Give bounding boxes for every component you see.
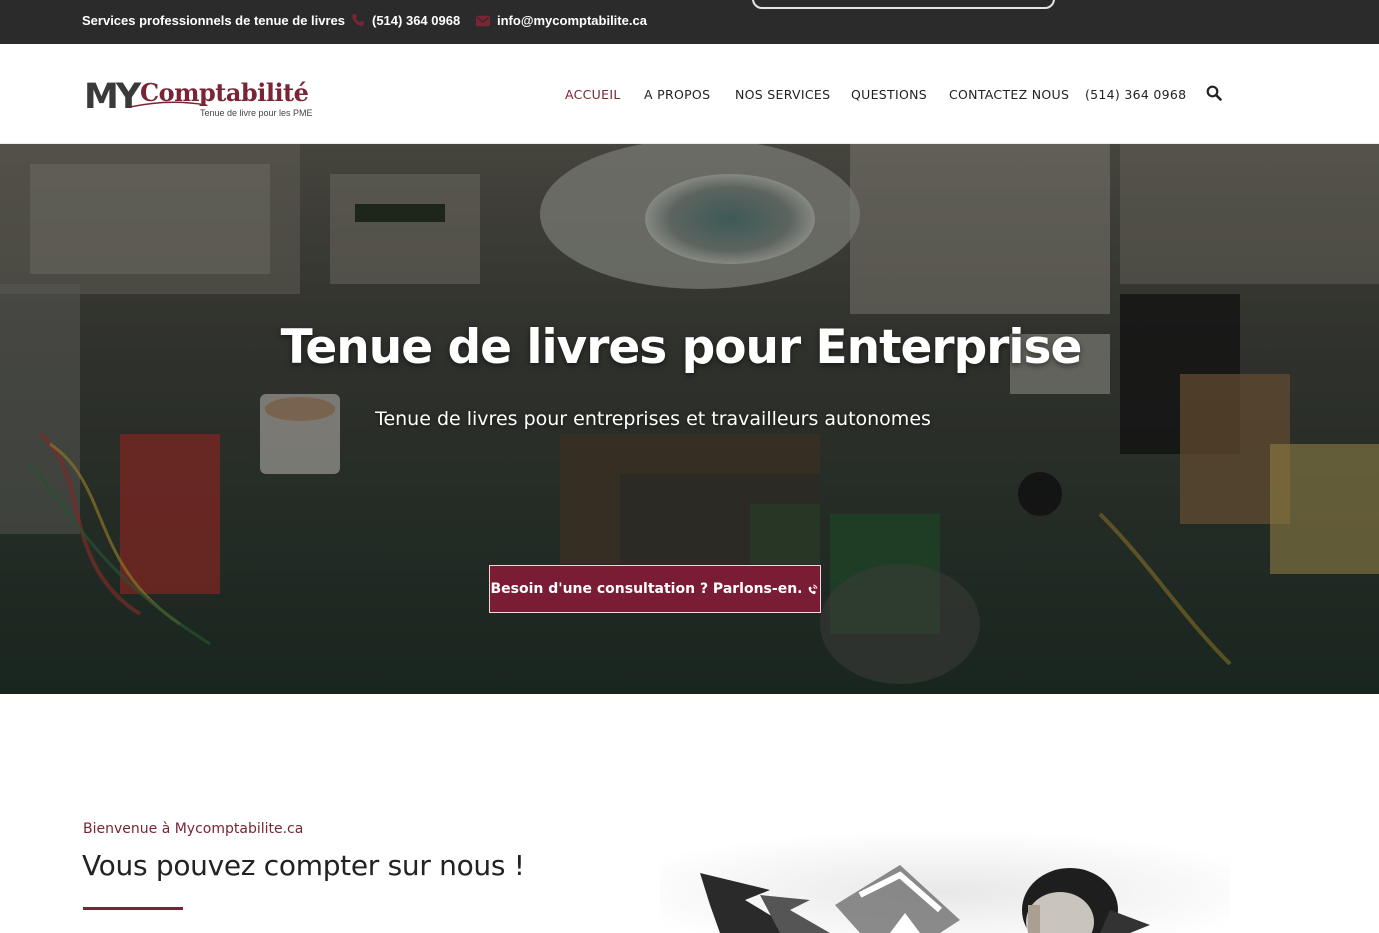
nav-item-phone[interactable]: (514) 364 0968 (1085, 87, 1186, 102)
hero-banner: Tenue de livres pour Enterprise Tenue de… (0, 144, 1379, 694)
top-bar-tagline: Services professionnels de tenue de livr… (82, 13, 346, 28)
nav-item-accueil[interactable]: ACCUEIL (565, 87, 621, 102)
phone-volume-icon (809, 584, 818, 594)
site-header: MY Comptabilité Tenue de livre pour les … (0, 44, 1379, 144)
site-logo[interactable]: MY Comptabilité Tenue de livre pour les … (84, 78, 324, 122)
logo-tagline: Tenue de livre pour les PME (200, 108, 313, 118)
logo-my: MY (84, 77, 141, 117)
nav-item-nos-services[interactable]: NOS SERVICES (735, 87, 830, 102)
consultation-button[interactable]: Besoin d'une consultation ? Parlons-en. (489, 565, 821, 613)
top-bar: Services professionnels de tenue de livr… (0, 0, 1379, 44)
envelope-icon (476, 15, 490, 27)
consultation-button-label: Besoin d'une consultation ? Parlons-en. (490, 581, 803, 597)
nav-item-a-propos[interactable]: A PROPOS (644, 87, 710, 102)
top-bar-email[interactable]: info@mycomptabilite.ca (497, 13, 647, 28)
hero-subtitle: Tenue de livres pour entreprises et trav… (375, 408, 931, 430)
logo-swoosh (129, 101, 207, 108)
phone-icon (352, 13, 365, 26)
top-bar-phone[interactable]: (514) 364 0968 (372, 13, 460, 28)
nav-item-contactez-nous[interactable]: CONTACTEZ NOUS (949, 87, 1069, 102)
top-search-box[interactable] (752, 0, 1055, 9)
welcome-kicker: Bienvenue à Mycomptabilite.ca (83, 821, 304, 837)
welcome-divider (83, 907, 183, 910)
search-icon[interactable] (1206, 85, 1222, 101)
welcome-title: Vous pouvez compter sur nous ! (82, 849, 525, 882)
nav-item-questions[interactable]: QUESTIONS (851, 87, 927, 102)
hero-title: Tenue de livres pour Enterprise (280, 320, 1083, 375)
welcome-illustration (660, 830, 1230, 933)
